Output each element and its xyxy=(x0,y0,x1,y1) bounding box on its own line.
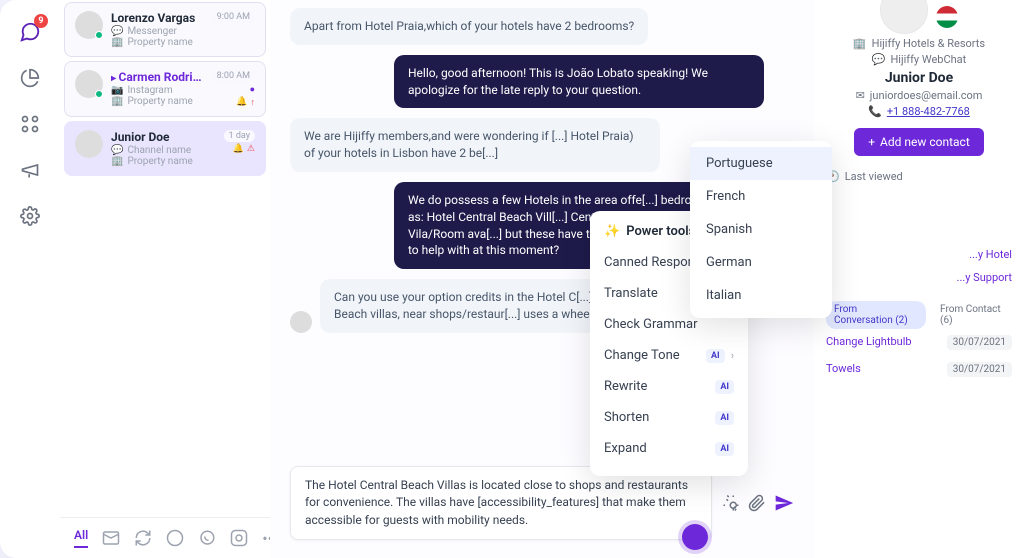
bell-icon: 🔔 xyxy=(236,97,247,108)
conversation-list: Lorenzo Vargas 💬 Messenger 🏢 Property name… xyxy=(60,0,270,558)
filter-whatsapp-icon[interactable] xyxy=(198,529,216,547)
chat-pane: Apart from Hotel Praia,which of your hot… xyxy=(270,0,814,558)
pt-expand[interactable]: ExpandAI xyxy=(590,433,748,464)
filter-instagram-icon[interactable] xyxy=(230,529,248,547)
contact-name: Junior Doe xyxy=(885,70,953,86)
property-label: Property name xyxy=(127,37,192,48)
send-button[interactable] xyxy=(774,493,794,513)
ai-badge: AI xyxy=(706,349,725,363)
message-inbound: Apart from Hotel Praia,which of your hot… xyxy=(290,8,648,45)
lang-option[interactable]: French xyxy=(690,180,832,213)
nav-apps[interactable] xyxy=(18,112,42,136)
conversation-name: Lorenzo Vargas xyxy=(111,11,204,25)
conversation-name: ▸ Carmen Rodrigues xyxy=(111,70,204,84)
contact-org: Hijiffy Hotels & Resorts xyxy=(872,37,985,50)
contact-channel: Hijiffy WebChat xyxy=(890,53,966,66)
task-name[interactable]: Towels xyxy=(826,362,861,377)
power-tools-icon[interactable] xyxy=(722,494,740,512)
plus-icon: + xyxy=(868,135,875,149)
avatar xyxy=(75,11,103,39)
pt-tone[interactable]: Change ToneAI› xyxy=(590,340,748,371)
side-nav: 9 xyxy=(0,0,60,558)
property-label: Property name xyxy=(127,156,192,167)
conversation-time: 8:00 AM xyxy=(212,70,255,82)
filter-mail-icon[interactable] xyxy=(102,529,120,547)
property-label: Property name xyxy=(127,96,192,107)
warn-icon: ⚠ xyxy=(247,144,255,154)
avatar xyxy=(75,130,103,158)
power-tools-menu: ✨Power tools ✕ Canned Responses Translat… xyxy=(590,211,748,476)
nav-inbox[interactable]: 9 xyxy=(18,20,42,44)
pill-contact[interactable]: From Contact (6) xyxy=(932,301,1012,329)
contact-avatar xyxy=(880,0,928,34)
filter-refresh-icon[interactable] xyxy=(134,529,152,547)
conversation-filters: All ••• xyxy=(60,517,270,558)
channel-label: Messenger xyxy=(127,26,177,37)
chevron-right-icon: › xyxy=(731,349,734,362)
pill-conversation[interactable]: From Conversation (2) xyxy=(826,301,926,329)
nav-campaigns[interactable] xyxy=(18,158,42,182)
dot-icon: ● xyxy=(250,84,255,95)
property-icon: 🏢 xyxy=(111,96,123,107)
message-inbound: We are Hijiffy members,and were wonderin… xyxy=(290,118,660,172)
mail-icon: ✉ xyxy=(856,89,865,102)
conversation-item-selected[interactable]: Junior Doe 💬Channel name 🏢Property name … xyxy=(64,121,266,176)
conversation-item[interactable]: Lorenzo Vargas 💬 Messenger 🏢 Property name… xyxy=(64,2,266,57)
phone-icon: 📞 xyxy=(868,105,882,118)
filter-messenger-icon[interactable] xyxy=(166,529,184,547)
pt-shorten[interactable]: ShortenAI xyxy=(590,402,748,433)
flag-icon xyxy=(936,6,958,28)
instagram-icon: 📷 xyxy=(111,85,123,96)
channel-label: Channel name xyxy=(127,145,191,156)
channel-icon: 💬 xyxy=(111,26,123,37)
contact-phone[interactable]: +1 888-482-7768 xyxy=(887,105,970,118)
channel-icon: 💬 xyxy=(111,145,123,156)
contact-email: juniordoes@email.com xyxy=(870,89,983,102)
inbox-badge: 9 xyxy=(34,14,48,28)
link[interactable]: ...y Hotel xyxy=(969,248,1012,261)
add-contact-button[interactable]: +Add new contact xyxy=(854,128,984,156)
magic-icon: ✨ xyxy=(604,224,620,239)
attach-icon[interactable] xyxy=(748,494,766,512)
lang-option[interactable]: Italian xyxy=(690,279,832,312)
property-icon: 🏢 xyxy=(111,37,123,48)
webchat-icon: 💬 xyxy=(872,53,886,66)
composer-input[interactable]: The Hotel Central Beach Villas is locate… xyxy=(290,466,712,540)
conversation-name: Junior Doe xyxy=(111,130,216,144)
ai-badge: AI xyxy=(715,411,734,425)
pt-rewrite[interactable]: RewriteAI xyxy=(590,371,748,402)
bell-icon: 🔔 xyxy=(233,144,244,154)
building-icon: 🏢 xyxy=(853,37,867,50)
filter-all[interactable]: All xyxy=(74,528,88,548)
lang-option[interactable]: German xyxy=(690,246,832,279)
nav-reports[interactable] xyxy=(18,66,42,90)
channel-label: Instagram xyxy=(127,85,172,96)
ai-badge: AI xyxy=(715,442,734,456)
lang-option[interactable]: Portuguese xyxy=(690,147,832,180)
ai-badge: AI xyxy=(715,380,734,394)
last-viewed-label: Last viewed xyxy=(845,170,903,183)
task-name[interactable]: Change Lightbulb xyxy=(826,335,912,350)
task-date: 30/07/2021 xyxy=(947,362,1012,377)
arrow-icon: ↑ xyxy=(251,97,256,108)
task-date: 30/07/2021 xyxy=(947,335,1012,350)
nav-settings[interactable] xyxy=(18,204,42,228)
message-outbound: Hello, good afternoon! This is João Loba… xyxy=(394,55,764,109)
link[interactable]: ...y Support xyxy=(957,271,1012,284)
conversation-time: 9:00 AM xyxy=(212,11,255,23)
lang-option[interactable]: Spanish xyxy=(690,213,832,246)
power-tools-title: Power tools xyxy=(626,224,695,239)
contact-panel: 🏢 Hijiffy Hotels & Resorts 💬 Hijiffy WebCh… xyxy=(814,0,1024,558)
property-icon: 🏢 xyxy=(111,156,123,167)
conversation-time: 1 day xyxy=(224,130,255,142)
conversation-item[interactable]: ▸ Carmen Rodrigues 📷 Instagram 🏢 Property … xyxy=(64,61,266,117)
translate-submenu: Portuguese French Spanish German Italian xyxy=(690,141,832,318)
avatar xyxy=(75,70,103,98)
power-tools-button[interactable] xyxy=(682,524,708,550)
avatar xyxy=(290,311,312,333)
